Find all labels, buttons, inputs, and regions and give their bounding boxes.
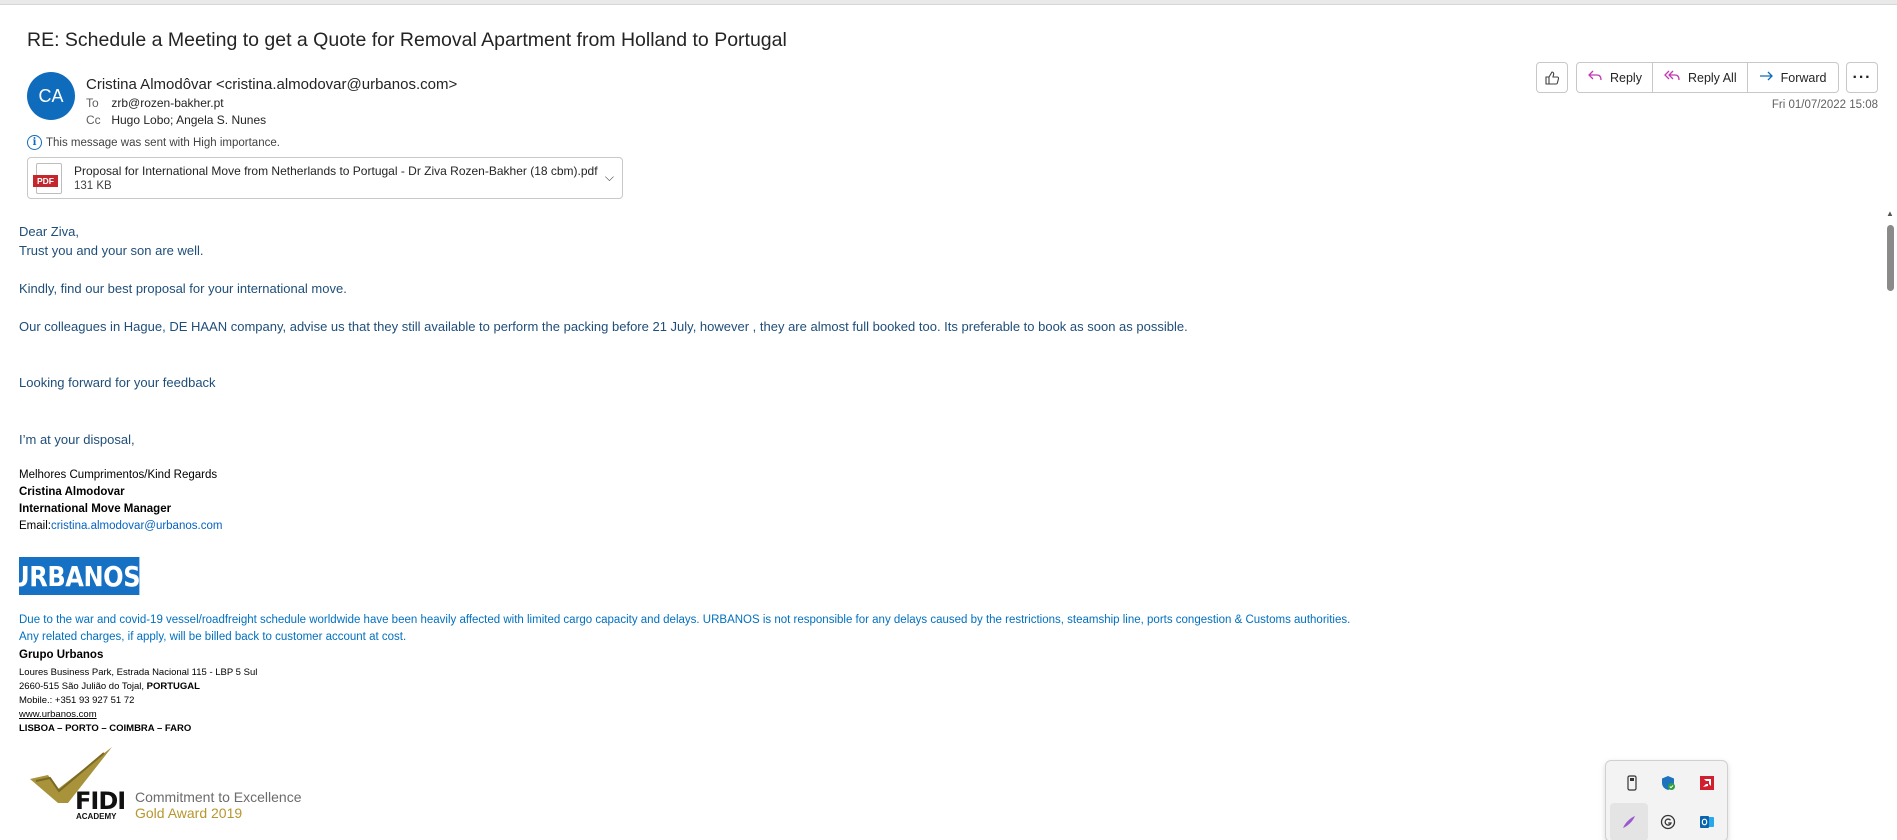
chevron-down-icon[interactable]: ⌵ — [605, 170, 614, 185]
logo-text: URBANOS — [10, 559, 141, 593]
scroll-thumb[interactable] — [1887, 225, 1894, 291]
avatar-initials: CA — [38, 85, 64, 106]
sender-avatar[interactable]: CA — [27, 72, 75, 120]
award-line2: Gold Award 2019 — [135, 805, 243, 821]
signature-name: Cristina Almodovar — [19, 486, 125, 498]
reply-all-label: Reply All — [1687, 70, 1737, 85]
attachment-size: 131 KB — [74, 180, 112, 192]
email-subject: RE: Schedule a Meeting to get a Quote fo… — [27, 29, 787, 51]
cc-recipients[interactable]: Hugo Lobo; Angela S. Nunes — [111, 113, 266, 127]
more-icon: ··· — [1852, 68, 1872, 86]
signature-email-row: Email:cristina.almodovar@urbanos.com — [19, 520, 222, 532]
website-link[interactable]: www.urbanos.com — [19, 709, 97, 720]
signature-regards: Melhores Cumprimentos/Kind Regards — [19, 469, 218, 481]
vertical-scrollbar[interactable]: ▲ — [1884, 205, 1897, 840]
urbanos-logo: URBANOS ® — [10, 557, 149, 595]
to-recipient[interactable]: zrb@rozen-bakher.pt — [111, 96, 223, 110]
signature-email-label: Email: — [19, 520, 51, 532]
body-line: Trust you and your son are well. — [19, 243, 204, 258]
attachment-card[interactable]: PDF Proposal for International Move from… — [27, 157, 623, 199]
outlook-icon[interactable] — [1688, 803, 1726, 840]
usb-drive-icon[interactable] — [1613, 764, 1651, 802]
to-label: To — [86, 96, 99, 110]
body-line: Kindly, find our best proposal for your … — [19, 281, 347, 296]
thumbs-up-icon — [1545, 70, 1560, 85]
body-greeting: Dear Ziva, — [19, 224, 79, 239]
email-date: Fri 01/07/2022 15:08 — [1771, 99, 1878, 111]
mobile-line: Mobile.: +351 93 927 51 72 — [19, 695, 135, 706]
award-line1: Commitment to Excellence — [135, 789, 302, 805]
cc-label: Cc — [86, 113, 101, 127]
reading-pane: RE: Schedule a Meeting to get a Quote fo… — [0, 4, 1897, 840]
disclaimer-line: Due to the war and covid-19 vessel/roadf… — [19, 614, 1351, 626]
sender-name[interactable]: Cristina Almodôvar <cristina.almodovar@u… — [86, 76, 457, 93]
like-button[interactable] — [1536, 62, 1568, 93]
forward-button[interactable]: Forward — [1747, 62, 1840, 93]
reply-button[interactable]: Reply — [1576, 62, 1653, 93]
info-icon: i — [27, 135, 42, 150]
reply-icon — [1587, 69, 1603, 87]
signature-title: International Move Manager — [19, 503, 172, 515]
cc-row: Cc Hugo Lobo; Angela S. Nunes — [86, 113, 266, 127]
body-line: I’m at your disposal, — [19, 432, 135, 447]
cities-line: LISBOA – PORTO – COIMBRA – FARO — [19, 723, 192, 734]
attachment-name: Proposal for International Move from Net… — [74, 164, 598, 178]
reply-actions: Reply Reply All Forward — [1576, 62, 1840, 93]
reply-all-icon — [1663, 69, 1681, 87]
logo-mark: ® — [140, 570, 149, 582]
fidi-sub: ACADEMY — [76, 812, 117, 821]
more-actions-button[interactable]: ··· — [1846, 62, 1878, 93]
to-row: To zrb@rozen-bakher.pt — [86, 96, 224, 110]
body-line: Our colleagues in Hague, DE HAAN company… — [19, 319, 1188, 334]
reply-label: Reply — [1610, 70, 1642, 85]
amd-icon[interactable] — [1688, 764, 1726, 802]
fidi-award-logo: FIDI ACADEMY Commitment to Excellence Go… — [28, 745, 328, 825]
security-shield-icon[interactable] — [1649, 764, 1687, 802]
system-tray-overflow — [1605, 760, 1728, 840]
disclaimer-line: Any related charges, if apply, will be b… — [19, 631, 407, 643]
body-line: Looking forward for your feedback — [19, 375, 216, 390]
signature-email-link[interactable]: cristina.almodovar@urbanos.com — [51, 520, 222, 532]
importance-text: This message was sent with High importan… — [46, 136, 280, 149]
reply-all-button[interactable]: Reply All — [1652, 62, 1748, 93]
address-country: PORTUGAL — [146, 681, 200, 692]
scroll-up-icon[interactable]: ▲ — [1886, 209, 1894, 218]
forward-icon — [1758, 69, 1774, 87]
grammarly-icon[interactable] — [1649, 803, 1687, 840]
address-line: 2660-515 São Julião do Tojal, PORTUGAL — [19, 681, 200, 692]
importance-notice: i This message was sent with High import… — [27, 135, 280, 150]
pdf-type-label: PDF — [33, 175, 58, 187]
pdf-icon: PDF — [33, 163, 62, 194]
fidi-brand: FIDI — [75, 787, 126, 815]
company-name: Grupo Urbanos — [19, 649, 104, 661]
address-city: 2660-515 São Julião do Tojal, — [19, 681, 147, 692]
address-line: Loures Business Park, Estrada Nacional 1… — [19, 667, 258, 678]
forward-label: Forward — [1780, 70, 1827, 85]
pen-icon[interactable] — [1610, 803, 1648, 840]
